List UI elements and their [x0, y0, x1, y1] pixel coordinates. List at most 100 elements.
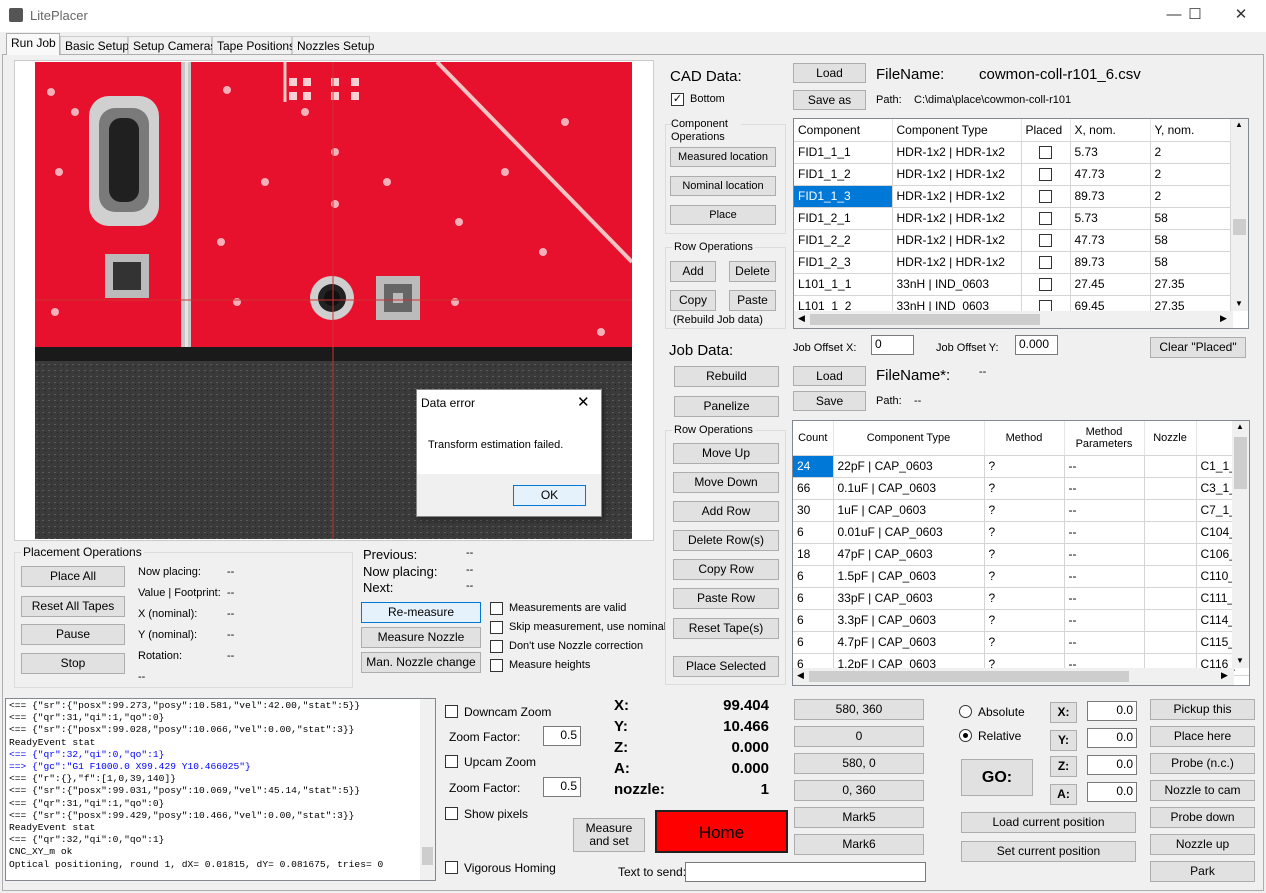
cad-data-grid[interactable]: Component Component Type Placed X, nom. Y, n… — [793, 118, 1249, 329]
table-cell[interactable]: 1.5pF | CAP_0603 — [833, 565, 985, 588]
table-cell[interactable] — [1144, 521, 1197, 544]
cad-grid-hscroll-thumb[interactable] — [810, 314, 1040, 325]
mark1-button[interactable]: 580, 360 — [794, 699, 924, 720]
table-cell[interactable]: HDR-1x2 | HDR-1x2 — [892, 141, 1022, 164]
cad-grid-horizontal-scrollbar[interactable]: ◀ ▶ — [794, 311, 1233, 328]
placed-checkbox-cell[interactable] — [1021, 185, 1071, 208]
downcam-zoom-factor-input[interactable]: 0.5 — [543, 726, 581, 746]
reset-tapes-button[interactable]: Reset Tape(s) — [673, 618, 779, 639]
table-cell[interactable]: -- — [1064, 477, 1145, 500]
job-column-header[interactable]: Count — [793, 421, 834, 456]
table-row[interactable]: 6 0.01uF | CAP_0603? -- C104_ — [793, 521, 1249, 544]
scroll-right-icon[interactable]: ▶ — [1221, 670, 1228, 681]
measure-heights-checkbox[interactable] — [490, 659, 503, 672]
table-cell[interactable]: 3.3pF | CAP_0603 — [833, 609, 985, 632]
table-cell[interactable]: 47.73 — [1070, 229, 1151, 252]
paste-row-button[interactable]: Paste Row — [673, 588, 779, 609]
panelize-button[interactable]: Panelize — [674, 396, 779, 417]
table-cell[interactable]: 2 — [1150, 141, 1231, 164]
table-cell[interactable]: FID1_2_3 — [794, 251, 893, 274]
cad-grid-vscroll-thumb[interactable] — [1233, 219, 1246, 235]
job-grid-vertical-scrollbar[interactable]: ▲ ▼ — [1232, 421, 1249, 668]
scroll-down-icon[interactable]: ▼ — [1235, 299, 1243, 308]
table-cell[interactable]: 5.73 — [1070, 141, 1151, 164]
add-row-button[interactable]: Add Row — [673, 501, 779, 522]
placed-checkbox-cell[interactable] — [1021, 141, 1071, 164]
table-cell[interactable]: -- — [1064, 609, 1145, 632]
table-cell[interactable]: 58 — [1150, 229, 1231, 252]
table-cell[interactable]: 27.45 — [1070, 273, 1151, 296]
table-row[interactable]: 66 0.1uF | CAP_0603? -- C3_1_ — [793, 477, 1249, 500]
cad-save-as-button[interactable]: Save as — [793, 90, 866, 110]
placed-checkbox[interactable] — [1039, 190, 1052, 204]
jog-z-button[interactable]: Z: — [1050, 756, 1077, 777]
job-column-header[interactable]: Component Type — [833, 421, 985, 456]
table-cell[interactable]: 58 — [1150, 251, 1231, 274]
table-cell[interactable]: 4.7pF | CAP_0603 — [833, 631, 985, 654]
table-cell[interactable]: 5.73 — [1070, 207, 1151, 230]
measurements-valid-checkbox[interactable] — [490, 602, 503, 615]
jog-y-input[interactable]: 0.0 — [1087, 728, 1137, 748]
placed-checkbox-cell[interactable] — [1021, 229, 1071, 252]
jog-x-input[interactable]: 0.0 — [1087, 701, 1137, 721]
show-pixels-checkbox[interactable] — [445, 807, 458, 820]
placed-checkbox-cell[interactable] — [1021, 207, 1071, 230]
placed-checkbox[interactable] — [1039, 212, 1052, 226]
table-row[interactable]: FID1_1_1 HDR-1x2 | HDR-1x2 5.73 2 — [794, 141, 1231, 164]
text-to-send-input[interactable] — [685, 862, 926, 882]
table-cell[interactable]: ? — [984, 609, 1065, 632]
log-vertical-scrollbar[interactable] — [420, 699, 435, 880]
mark5-button[interactable]: Mark5 — [794, 807, 924, 828]
job-column-header[interactable]: Method Parameters — [1064, 421, 1145, 456]
table-row[interactable]: FID1_1_2 HDR-1x2 | HDR-1x2 47.73 2 — [794, 163, 1231, 186]
table-row[interactable]: 24 22pF | CAP_0603? -- C1_1_ — [793, 455, 1249, 478]
mark4-button[interactable]: 0, 360 — [794, 780, 924, 801]
table-cell[interactable]: 66 — [793, 477, 834, 500]
table-row[interactable]: 6 1.5pF | CAP_0603? -- C110_ — [793, 565, 1249, 588]
table-cell[interactable] — [1144, 631, 1197, 654]
table-cell[interactable] — [1144, 609, 1197, 632]
table-cell[interactable]: 0.1uF | CAP_0603 — [833, 477, 985, 500]
table-cell[interactable]: 33pF | CAP_0603 — [833, 587, 985, 610]
jog-y-button[interactable]: Y: — [1050, 730, 1077, 751]
job-save-button[interactable]: Save — [793, 391, 866, 411]
placed-checkbox[interactable] — [1039, 256, 1052, 270]
serial-log[interactable]: <== {"sr":{"posx":99.273,"posy":10.581,"… — [5, 698, 436, 881]
load-current-position-button[interactable]: Load current position — [961, 812, 1136, 833]
scroll-left-icon[interactable]: ◀ — [798, 313, 805, 324]
nozzle-up-button[interactable]: Nozzle up — [1150, 834, 1255, 855]
table-row[interactable]: FID1_2_1 HDR-1x2 | HDR-1x2 5.73 58 — [794, 207, 1231, 230]
upcam-zoom-checkbox[interactable] — [445, 755, 458, 768]
table-cell[interactable]: ? — [984, 499, 1065, 522]
maximize-button[interactable]: ☐ — [1172, 0, 1218, 32]
placed-checkbox[interactable] — [1039, 234, 1052, 248]
table-row[interactable]: FID1_2_2 HDR-1x2 | HDR-1x2 47.73 58 — [794, 229, 1231, 252]
table-cell[interactable]: -- — [1064, 521, 1145, 544]
measure-and-set-button[interactable]: Measure and set — [573, 818, 645, 852]
copy-row-button[interactable]: Copy Row — [673, 559, 779, 580]
scroll-left-icon[interactable]: ◀ — [797, 670, 804, 681]
nominal-location-button[interactable]: Nominal location — [670, 176, 776, 196]
table-cell[interactable]: 1uF | CAP_0603 — [833, 499, 985, 522]
table-cell[interactable]: FID1_2_1 — [794, 207, 893, 230]
table-cell[interactable]: -- — [1064, 565, 1145, 588]
table-cell[interactable]: 33nH | IND_0603 — [892, 273, 1022, 296]
table-cell[interactable]: -- — [1064, 455, 1145, 478]
jog-a-input[interactable]: 0.0 — [1087, 782, 1137, 802]
table-cell[interactable]: 6 — [793, 521, 834, 544]
placed-checkbox-cell[interactable] — [1021, 251, 1071, 274]
table-cell[interactable]: 6 — [793, 631, 834, 654]
table-row[interactable]: 6 33pF | CAP_0603? -- C111_ — [793, 587, 1249, 610]
table-cell[interactable]: ? — [984, 521, 1065, 544]
placed-checkbox[interactable] — [1039, 278, 1052, 292]
stop-button[interactable]: Stop — [21, 653, 125, 674]
table-cell[interactable]: ? — [984, 477, 1065, 500]
scroll-up-icon[interactable]: ▲ — [1235, 120, 1243, 129]
place-here-button[interactable]: Place here — [1150, 726, 1255, 747]
job-column-header[interactable]: Nozzle — [1144, 421, 1197, 456]
place-all-button[interactable]: Place All — [21, 566, 125, 587]
relative-radio[interactable] — [959, 729, 972, 742]
pickup-this-button[interactable]: Pickup this — [1150, 699, 1255, 720]
table-cell[interactable]: 0.01uF | CAP_0603 — [833, 521, 985, 544]
table-cell[interactable]: FID1_1_2 — [794, 163, 893, 186]
